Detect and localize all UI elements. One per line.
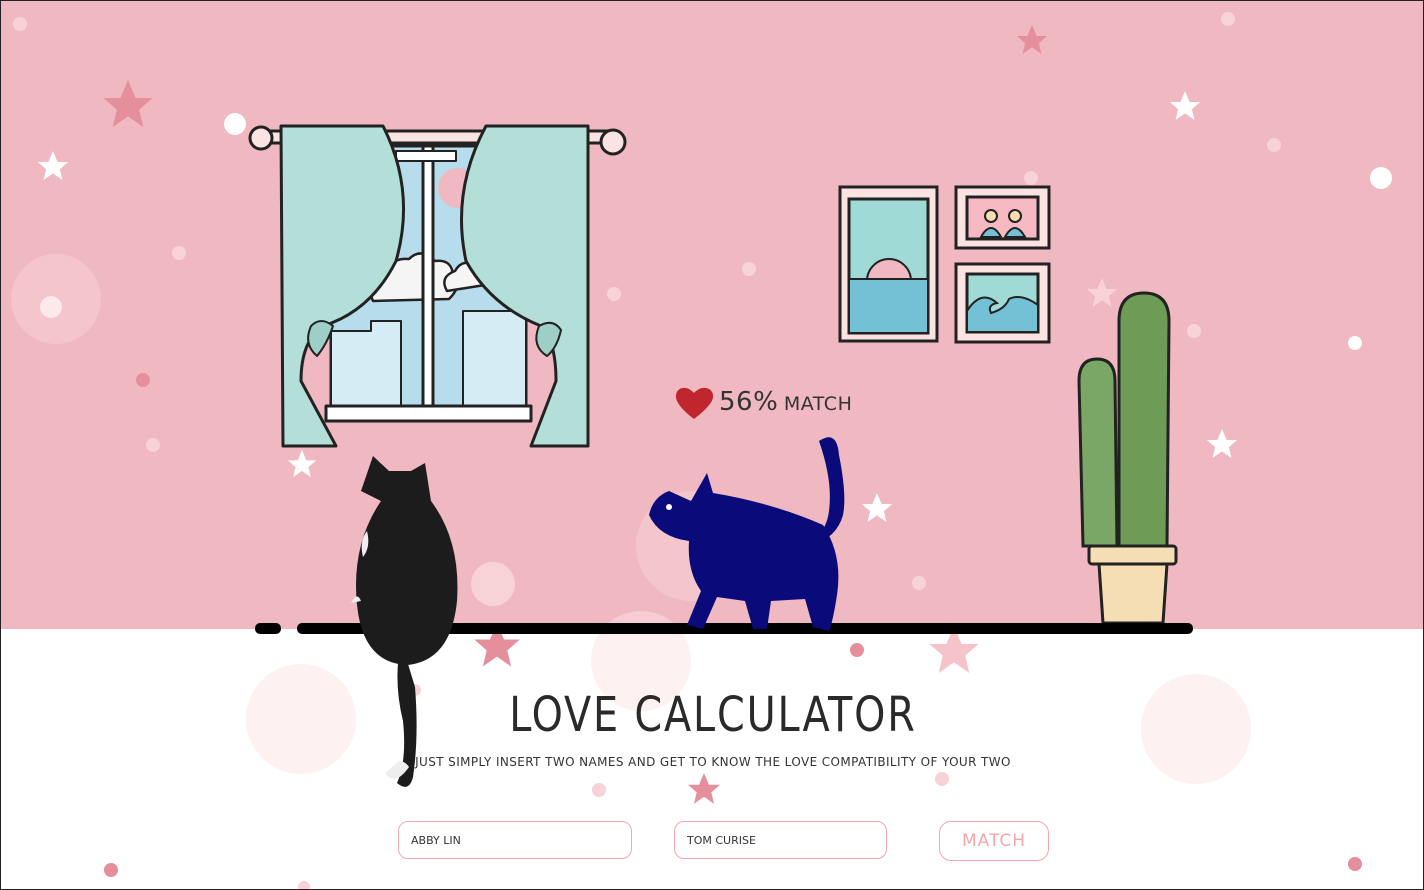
match-percent: 56% <box>719 387 779 417</box>
cactus-plant <box>1077 291 1178 625</box>
page: 56% MATCH LOVE CALCULATOR JUST SIMPLY IN… <box>0 0 1424 890</box>
page-title: LOVE CALCULATOR <box>509 687 917 743</box>
window <box>248 124 627 448</box>
first-name-input[interactable] <box>398 821 632 859</box>
match-button[interactable]: MATCH <box>939 821 1049 861</box>
wall-frame-couple <box>954 185 1051 250</box>
heart-icon <box>675 387 714 419</box>
blue-cat <box>649 437 845 631</box>
wall-frame-sunset <box>838 185 939 343</box>
match-result: 56% MATCH <box>719 387 852 417</box>
page-subtitle: JUST SIMPLY INSERT TWO NAMES AND GET TO … <box>415 755 1011 769</box>
match-word: MATCH <box>783 393 853 415</box>
second-name-input[interactable] <box>674 821 887 859</box>
wall-frame-wave <box>954 262 1051 344</box>
